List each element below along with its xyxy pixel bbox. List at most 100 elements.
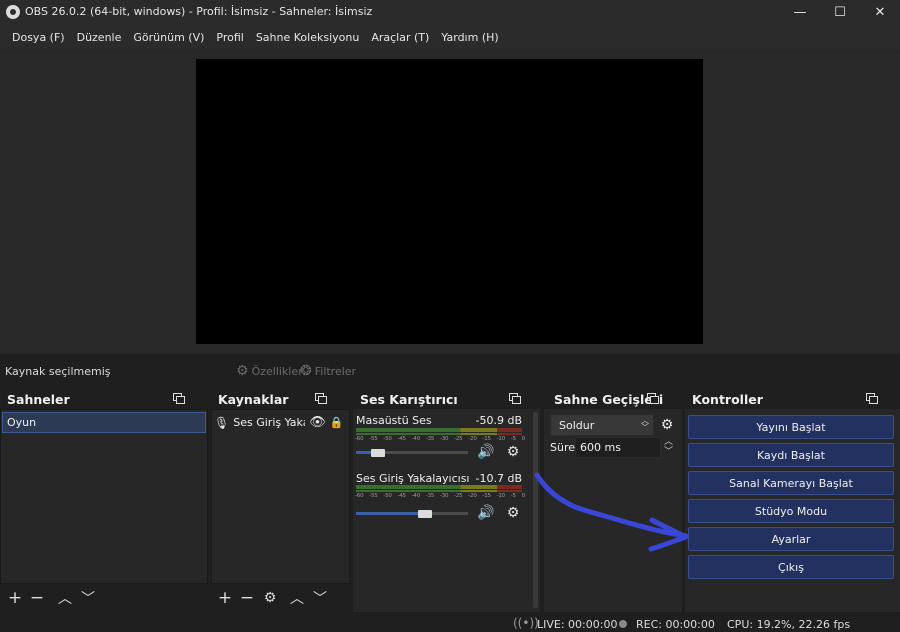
undock-icon[interactable] <box>866 393 878 404</box>
menu-bar: Dosya (F) Düzenle Görünüm (V) Profil Sah… <box>0 24 900 50</box>
meter-scale-tick: -45 <box>397 493 406 499</box>
meter-scale-tick: -60 <box>355 436 364 442</box>
menu-edit[interactable]: Düzenle <box>71 31 128 44</box>
move-scene-down-button[interactable]: ﹀ <box>78 589 98 607</box>
controls-dock-title: Kontroller <box>692 391 763 407</box>
window-title: OBS 26.0.2 (64-bit, windows) - Profil: İ… <box>25 5 373 18</box>
meter-scale-tick: -20 <box>468 436 477 442</box>
meter-scale-tick: -10 <box>496 493 506 499</box>
meter-scale-tick: -55 <box>369 493 378 499</box>
move-source-up-button[interactable]: ︿ <box>287 589 307 607</box>
transition-select[interactable]: Soldur <box>550 414 654 436</box>
scenes-list <box>0 409 208 584</box>
cpu-fps: CPU: 19.2%, 22.26 fps <box>727 618 851 631</box>
maximize-button[interactable]: ☐ <box>820 0 860 24</box>
volume-meter <box>356 433 522 435</box>
live-timer: LIVE: 00:00:00 <box>537 618 618 631</box>
source-label: Ses Giriş Yakalayıcısı <box>233 416 305 429</box>
menu-profile[interactable]: Profil <box>210 31 249 44</box>
scene-item[interactable]: Oyun <box>2 412 206 433</box>
remove-scene-button[interactable]: − <box>27 588 47 608</box>
speaker-icon[interactable]: 🔊 <box>477 444 494 460</box>
remove-source-button[interactable]: − <box>237 588 257 608</box>
gear-icon[interactable]: ⚙ <box>505 505 521 521</box>
meter-scale-tick: -5 <box>510 436 516 442</box>
meter-scale-tick: -50 <box>383 436 392 442</box>
meter-scale-tick: 0 <box>521 436 526 442</box>
sources-dock-title: Kaynaklar <box>218 391 289 407</box>
lock-icon[interactable]: 🔒 <box>330 416 344 429</box>
add-scene-button[interactable]: + <box>5 588 25 608</box>
menu-view[interactable]: Görünüm (V) <box>127 31 210 44</box>
eye-icon[interactable]: 👁 <box>309 415 326 430</box>
start-recording-button[interactable]: Kaydı Başlat <box>688 443 894 467</box>
move-source-down-button[interactable]: ﹀ <box>310 589 330 607</box>
meter-scale: -60 -55 -50 -45 -40 -35 -30 -25 -20 -15 -10 -5 0 <box>355 436 525 442</box>
source-properties-gear-icon[interactable]: ⚙ <box>260 589 280 607</box>
sources-list <box>211 409 350 584</box>
slider-fill <box>356 512 426 515</box>
transition-gear-icon[interactable]: ⚙ <box>659 417 675 433</box>
no-source-label: Kaynak seçilmemiş <box>5 365 111 378</box>
meter-scale: -60 -55 -50 -45 -40 -35 -30 -25 -20 -15 -10 -5 0 <box>355 493 525 499</box>
filters-button[interactable]: ❂ Filtreler <box>300 363 356 379</box>
preview-canvas[interactable] <box>196 59 703 344</box>
undock-icon[interactable] <box>173 393 185 404</box>
undock-icon[interactable] <box>509 393 521 404</box>
minimize-button[interactable]: — <box>780 0 820 24</box>
studio-mode-button[interactable]: Stüdyo Modu <box>688 499 894 523</box>
volume-slider-handle[interactable] <box>371 449 386 457</box>
menu-scene-collection[interactable]: Sahne Koleksiyonu <box>250 31 366 44</box>
meter-scale-tick: -40 <box>411 436 421 442</box>
exit-button[interactable]: Çıkış <box>688 555 894 579</box>
meter-scale-tick: -30 <box>439 493 449 499</box>
speaker-icon[interactable]: 🔊 <box>477 505 494 521</box>
volume-meter <box>356 428 522 432</box>
meter-scale-tick: -20 <box>468 493 477 499</box>
menu-tools[interactable]: Araçlar (T) <box>365 31 435 44</box>
move-scene-up-button[interactable]: ︿ <box>55 589 75 607</box>
meter-scale-tick: -45 <box>397 436 406 442</box>
channel-db: -50.9 dB <box>475 414 523 427</box>
meter-scale-tick: -30 <box>439 436 449 442</box>
record-dot-icon <box>619 620 627 628</box>
menu-help[interactable]: Yardım (H) <box>435 31 504 44</box>
start-virtual-camera-button[interactable]: Sanal Kamerayı Başlat <box>688 471 894 495</box>
channel-name: Ses Giriş Yakalayıcısı <box>356 472 470 485</box>
start-streaming-button[interactable]: Yayını Başlat <box>688 415 894 439</box>
undock-icon[interactable] <box>647 393 659 404</box>
meter-scale-tick: -10 <box>496 436 506 442</box>
filter-icon: ❂ <box>300 363 312 379</box>
meter-scale-tick: -40 <box>411 493 421 499</box>
gear-icon: ⚙ <box>236 363 249 379</box>
add-source-button[interactable]: + <box>215 588 235 608</box>
volume-slider[interactable] <box>356 512 468 515</box>
mixer-scrollbar[interactable] <box>533 412 538 608</box>
scenes-dock-title: Sahneler <box>7 391 70 407</box>
duration-spin-icon[interactable]: ︿ ﹀ <box>664 437 673 457</box>
duration-input[interactable]: 600 ms <box>575 437 661 458</box>
meter-scale-tick: -25 <box>454 436 463 442</box>
meter-scale-tick: -50 <box>383 493 392 499</box>
broadcast-icon: ((•)) <box>513 616 539 630</box>
settings-button[interactable]: Ayarlar <box>688 527 894 551</box>
obs-logo-icon <box>6 5 20 19</box>
volume-meter <box>356 485 522 489</box>
properties-label: Özellikler <box>251 364 303 378</box>
meter-scale-tick: -15 <box>482 436 491 442</box>
undock-icon[interactable] <box>315 393 327 404</box>
volume-slider-handle[interactable] <box>418 510 433 518</box>
duration-label: Süre <box>550 441 576 454</box>
properties-button[interactable]: ⚙ Özellikler <box>236 363 303 379</box>
chevron-updown-icon: ︿ ﹀ <box>641 416 649 432</box>
meter-scale-tick: -5 <box>510 493 516 499</box>
volume-meter <box>356 490 522 492</box>
mixer-dock-title: Ses Karıştırıcı <box>360 391 458 407</box>
meter-scale-tick: -60 <box>355 493 364 499</box>
gear-icon[interactable]: ⚙ <box>505 444 521 460</box>
meter-scale-tick: -25 <box>454 493 463 499</box>
close-button[interactable]: ✕ <box>860 0 900 24</box>
source-item[interactable]: 🎙 Ses Giriş Yakalayıcısı 👁 🔒 <box>214 412 348 433</box>
meter-scale-tick: -35 <box>425 493 435 499</box>
menu-file[interactable]: Dosya (F) <box>6 31 71 44</box>
